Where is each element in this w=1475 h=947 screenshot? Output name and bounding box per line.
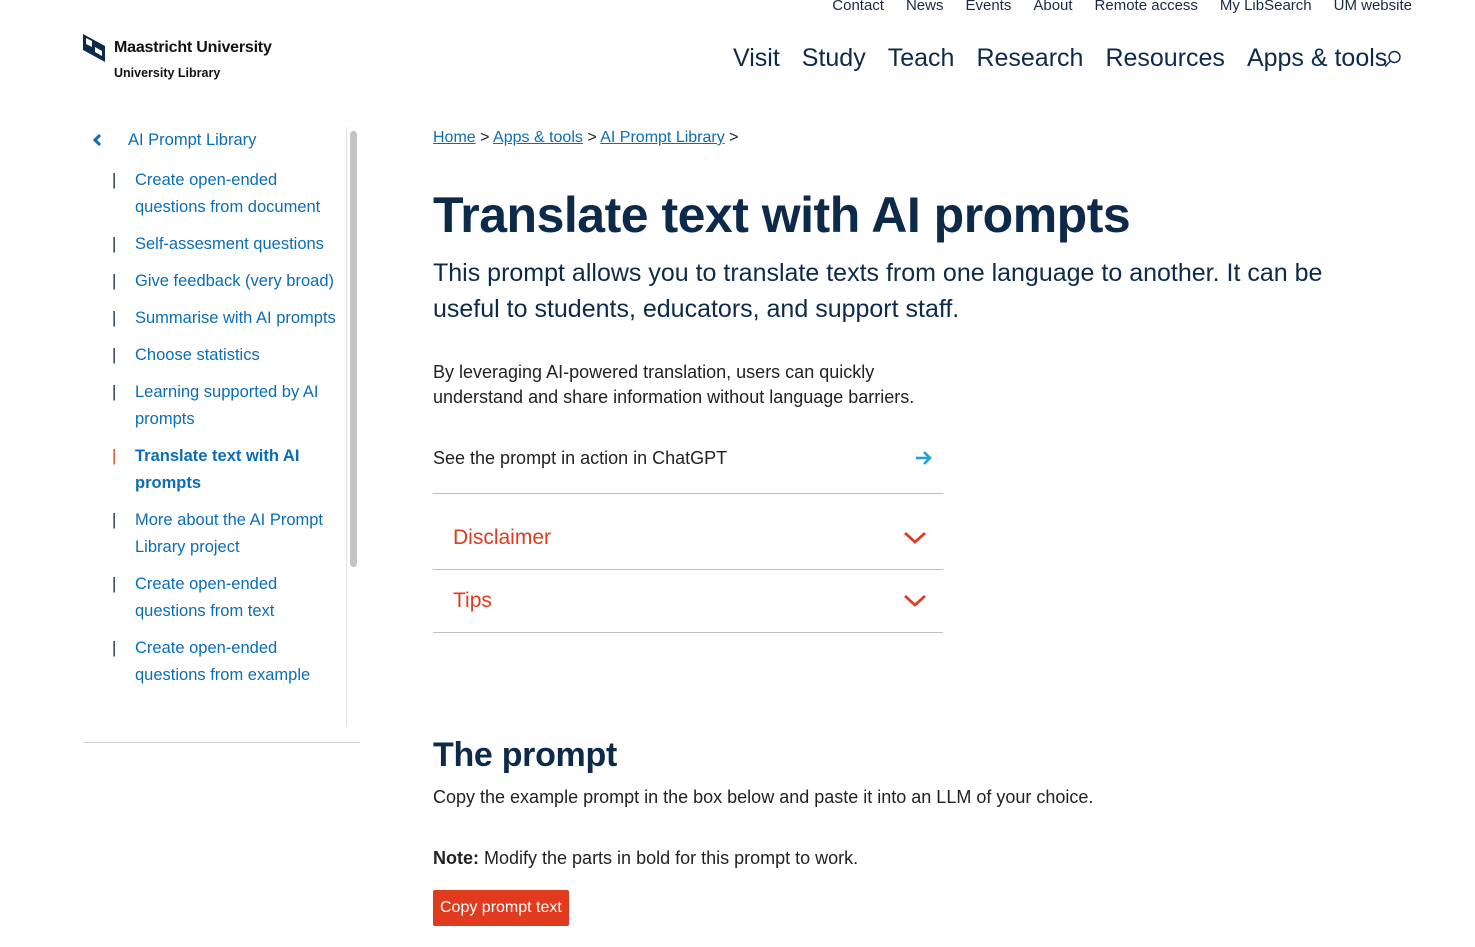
sidebar-item[interactable]: | Create open-ended questions from text [83,571,345,625]
arrow-right-icon [915,450,933,471]
page-lead: This prompt allows you to translate text… [433,259,1323,323]
accordion-title: Disclaimer [453,525,552,549]
breadcrumb-ai-prompt-library[interactable]: AI Prompt Library [600,129,724,146]
sidebar-item-label: Give feedback (very broad) [135,272,335,290]
chevron-down-icon [903,531,927,545]
nav-study[interactable]: Study [802,44,866,73]
um-logo-icon [83,34,105,62]
chevron-left-icon [83,133,113,147]
sidebar-item[interactable]: | Self-assesment questions [83,231,345,258]
page-title: Translate text with AI prompts [433,187,1131,243]
sidebar-item-label: More about the AI Prompt Library project [135,511,324,556]
sidebar-item-marker: | [112,346,117,364]
sidebar-item[interactable]: | Create open-ended questions from exampl… [83,635,345,689]
sidebar-item-marker: | [112,171,117,189]
sidebar-divider [83,742,360,743]
sidebar-item-marker: | [112,235,117,253]
utility-link-um-website[interactable]: UM website [1334,0,1412,14]
utility-link-news[interactable]: News [906,0,944,14]
site-logo[interactable]: Maastricht University University Library [83,34,272,80]
sidebar-item-label: Translate text with AI prompts [135,447,300,492]
chatgpt-link-label: See the prompt in action in ChatGPT [433,448,728,468]
utility-link-events[interactable]: Events [965,0,1011,14]
sidebar-item-active[interactable]: | Translate text with AI prompts [83,443,345,497]
sidebar-item-label: Create open-ended questions from documen… [135,171,321,216]
breadcrumb-separator: > [587,129,597,146]
note-label: Note: [433,848,479,868]
accordion-title: Tips [453,588,492,612]
accordion-disclaimer[interactable]: Disclaimer [433,506,943,570]
utility-link-my-libsearch[interactable]: My LibSearch [1220,0,1312,14]
sidebar-item-label: Choose statistics [135,346,260,364]
search-icon[interactable] [1384,50,1402,73]
sidebar-item-marker: | [112,511,117,529]
nav-teach[interactable]: Teach [888,44,955,73]
copy-prompt-button[interactable]: Copy prompt text [433,890,569,926]
sidebar-item-marker: | [112,575,117,593]
sidebar-item-label: Create open-ended questions from text [135,575,278,620]
sidebar-item-label: Learning supported by AI prompts [135,383,319,428]
utility-link-remote-access[interactable]: Remote access [1095,0,1198,14]
sidebar-list: | Create open-ended questions from docume… [83,167,345,699]
main-nav: Visit Study Teach Research Resources App… [733,44,1387,73]
sidebar-item-marker: | [112,272,117,290]
chevron-down-icon [903,594,927,608]
sidebar-item-label: Summarise with AI prompts [135,309,336,327]
note-text: Modify the parts in bold for this prompt… [479,848,859,868]
sidebar-item-marker: | [112,447,117,465]
sidebar-item-label: Self-assesment questions [135,235,324,253]
logo-university-name: Maastricht University [114,39,272,56]
nav-visit[interactable]: Visit [733,44,780,73]
sidebar-scrollbar-thumb[interactable] [350,131,357,567]
breadcrumb-home[interactable]: Home [433,129,476,146]
accordion-tips[interactable]: Tips [433,569,943,633]
sidebar-item-marker: | [112,309,117,327]
nav-research[interactable]: Research [976,44,1083,73]
prompt-instructions: Copy the example prompt in the box below… [433,787,1094,807]
sidebar-item-label: Create open-ended questions from example [135,639,311,684]
prompt-heading: The prompt [433,736,617,774]
sidebar-item-marker: | [112,383,117,401]
sidebar-item[interactable]: | Summarise with AI prompts [83,305,345,332]
chatgpt-link[interactable]: See the prompt in action in ChatGPT [433,448,943,494]
sidebar-item[interactable]: | Create open-ended questions from docume… [83,167,345,221]
sidebar-item[interactable]: | Give feedback (very broad) [83,268,345,295]
sidebar-back-label: AI Prompt Library [128,130,257,149]
utility-link-contact[interactable]: Contact [832,0,884,14]
breadcrumb-apps-tools[interactable]: Apps & tools [493,129,583,146]
breadcrumb-separator: > [480,129,490,146]
sidebar-item-marker: | [112,639,117,657]
sidebar-item[interactable]: | More about the AI Prompt Library projec… [83,507,345,561]
sidebar-scrollbar[interactable] [346,127,361,727]
sidebar-back-link[interactable]: AI Prompt Library [83,127,360,153]
breadcrumb: Home > Apps & tools > AI Prompt Library … [433,129,739,147]
breadcrumb-separator: > [729,129,739,146]
sidebar-item[interactable]: | Learning supported by AI prompts [83,379,345,433]
prompt-note: Note: Modify the parts in bold for this … [433,848,858,869]
nav-resources[interactable]: Resources [1105,44,1225,73]
nav-apps-tools[interactable]: Apps & tools [1247,44,1387,73]
utility-link-about[interactable]: About [1033,0,1072,14]
utility-nav: Contact News Events About Remote access … [832,0,1412,14]
intro-text: By leveraging AI-powered translation, us… [433,362,915,407]
logo-library-name: University Library [114,66,221,80]
sidebar-item[interactable]: | Choose statistics [83,342,345,369]
sidebar: AI Prompt Library | Create open-ended que… [83,127,360,743]
